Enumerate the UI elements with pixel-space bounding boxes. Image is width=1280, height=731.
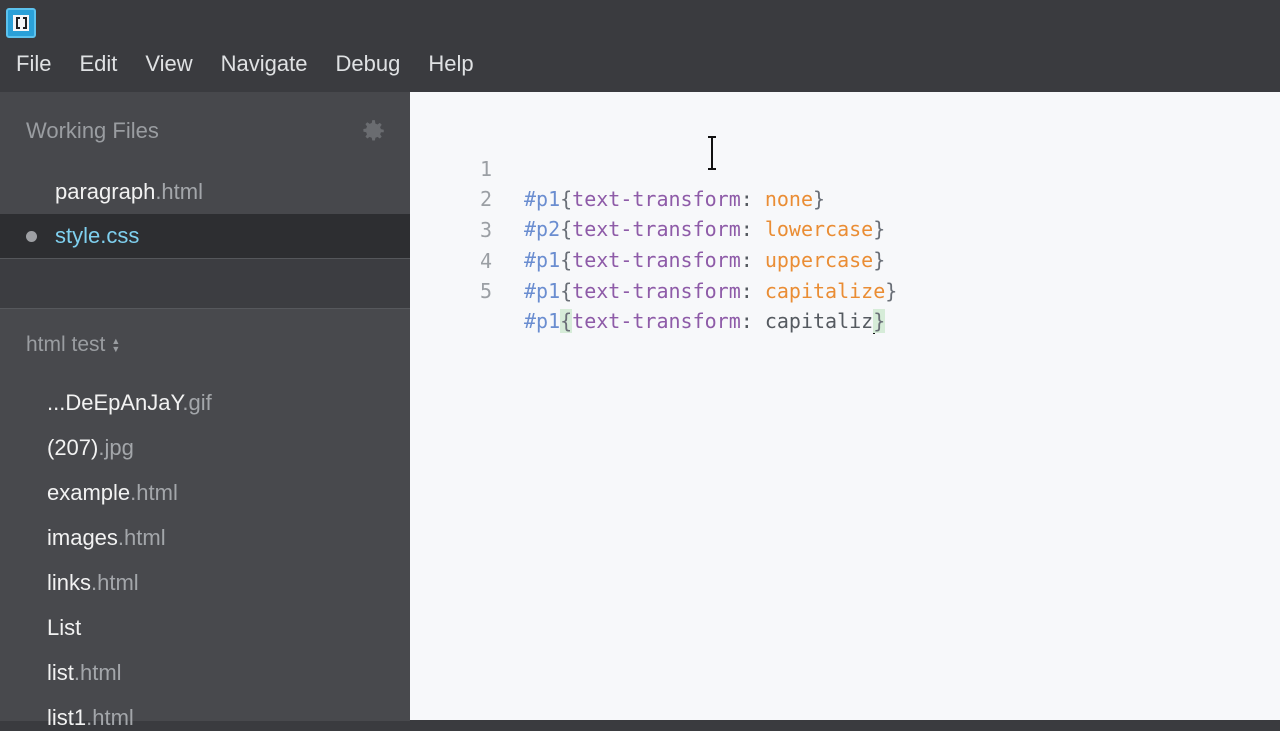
menu-debug[interactable]: Debug (322, 44, 415, 84)
working-files-header: Working Files (26, 118, 159, 143)
code-line-current[interactable]: 5 #p1{text-transform: capitaliz} (410, 246, 886, 334)
project-file-item[interactable]: links.html (47, 570, 139, 596)
project-file-item[interactable]: images.html (47, 525, 166, 551)
line-number: 2 (479, 187, 492, 211)
brackets-logo-icon (6, 8, 36, 38)
text-cursor-icon (708, 136, 716, 170)
code-line[interactable]: 2 #p2{text-transform: lowercase} (410, 154, 885, 241)
project-file-item[interactable]: example.html (47, 480, 178, 506)
project-file-item[interactable]: list1.html (47, 705, 134, 731)
unsaved-dot-icon (26, 231, 37, 242)
project-file-item[interactable]: list.html (47, 660, 122, 686)
gear-icon[interactable] (361, 118, 387, 144)
code-line[interactable]: 1 #p1{text-transform: none} (410, 124, 825, 211)
working-file-item-active[interactable]: style.css (0, 214, 410, 258)
project-file-item[interactable]: (207).jpg (47, 435, 134, 461)
panel-divider (0, 258, 410, 309)
menu-view[interactable]: View (131, 44, 206, 84)
project-file-item[interactable]: ...DeEpAnJaY.gif (47, 390, 212, 416)
code-line[interactable]: 3 #p1{text-transform: uppercase} (410, 185, 885, 272)
project-selector[interactable]: html test ▲ ▼ (26, 333, 120, 357)
line-number: 4 (479, 249, 492, 273)
menu-bar: File Edit View Navigate Debug Help (0, 44, 488, 84)
title-bar (0, 0, 1280, 44)
code-line[interactable]: 4 #p1{text-transform: capitalize} (410, 216, 897, 303)
matching-brace: { (560, 309, 573, 333)
project-folder-item[interactable]: List (47, 615, 81, 641)
matching-brace: } (873, 309, 886, 333)
line-number: 1 (479, 157, 492, 181)
line-number: 5 (479, 279, 492, 303)
menu-file[interactable]: File (0, 44, 65, 84)
project-files-panel: html test ▲ ▼ ...DeEpAnJaY.gif (207).jpg … (0, 308, 410, 730)
menu-help[interactable]: Help (414, 44, 487, 84)
code-editor[interactable]: 1 #p1{text-transform: none} 2 #p2{text-t… (410, 92, 1280, 720)
menu-edit[interactable]: Edit (65, 44, 131, 84)
menu-navigate[interactable]: Navigate (207, 44, 322, 84)
line-number: 3 (479, 218, 492, 242)
working-file-item[interactable]: paragraph.html (55, 179, 203, 205)
up-down-arrows-icon: ▲ ▼ (111, 336, 121, 354)
sidebar: Working Files paragraph.html style.css h… (0, 92, 410, 730)
